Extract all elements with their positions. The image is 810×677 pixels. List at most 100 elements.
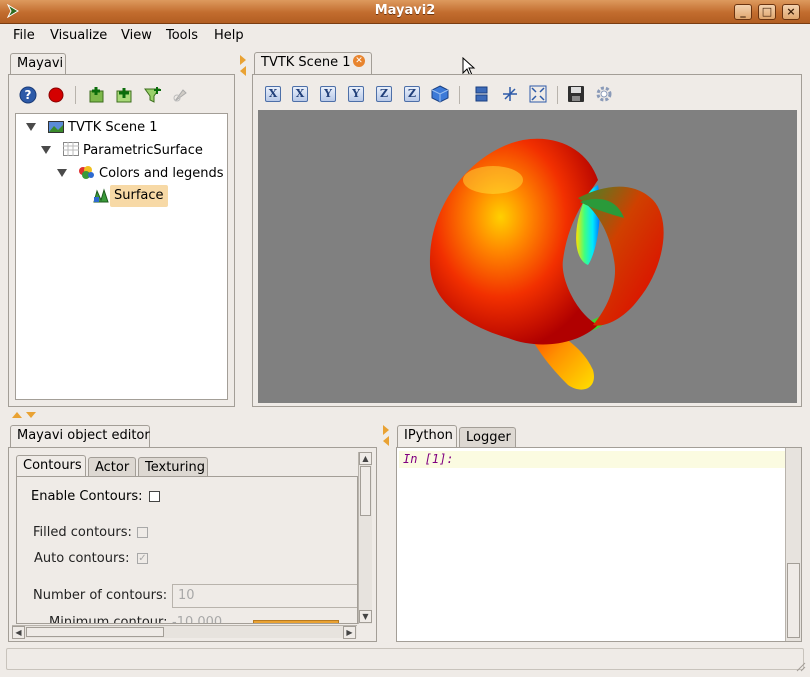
prompt-line <box>399 451 785 468</box>
tab-object-editor-label: Mayavi object editor <box>17 428 150 443</box>
console-scroll-thumb[interactable] <box>787 563 800 638</box>
tab-object-editor[interactable]: Mayavi object editor <box>10 425 150 447</box>
colors-legends-icon <box>78 165 96 185</box>
minimize-button[interactable]: _ <box>734 4 752 20</box>
maximize-button[interactable]: □ <box>758 4 776 20</box>
scroll-up-button[interactable]: ▲ <box>359 452 372 465</box>
console-vertical-scrollbar[interactable] <box>785 448 801 641</box>
tab-logger[interactable]: Logger <box>459 427 516 447</box>
surface-icon <box>93 188 109 208</box>
enable-contours-checkbox[interactable] <box>149 491 160 502</box>
horizontal-splitter[interactable] <box>0 410 810 420</box>
editor-horizontal-scrollbar[interactable]: ◀ ▶ <box>12 625 357 639</box>
contours-pane: Enable Contours: Filled contours: Auto c… <box>16 476 358 624</box>
add-filter-button[interactable] <box>143 86 161 108</box>
help-button[interactable]: ? <box>19 86 37 108</box>
number-of-contours-input[interactable]: 10 <box>172 584 357 608</box>
auto-contours-checkbox[interactable]: ✓ <box>137 553 148 564</box>
ipython-prompt: In [1]: <box>403 452 454 466</box>
menu-tools[interactable]: Tools <box>166 28 198 43</box>
scroll-thumb[interactable] <box>360 466 371 516</box>
subtab-contours-label: Contours <box>23 458 82 473</box>
parametric-surface-render <box>429 138 664 390</box>
close-button[interactable]: × <box>782 4 800 20</box>
minimum-contour-value: -10.000 <box>172 615 223 624</box>
axes-indicator-icon[interactable] <box>501 85 519 107</box>
tab-ipython[interactable]: IPython <box>397 425 457 447</box>
ipython-console[interactable]: In [1]: <box>396 447 802 642</box>
scroll-right-button[interactable]: ▶ <box>343 626 356 639</box>
splitter-arrow-icon <box>383 425 389 435</box>
svg-text:?: ? <box>25 88 32 102</box>
tree-item-source[interactable]: ParametricSurface <box>83 143 203 158</box>
minimum-contour-slider[interactable] <box>253 620 339 623</box>
tab-mayavi-label: Mayavi <box>17 56 64 71</box>
tab-scene-label: TVTK Scene 1 <box>261 55 351 70</box>
toolbar-separator <box>75 86 76 104</box>
vertical-splitter[interactable] <box>238 52 248 407</box>
expand-source-icon[interactable] <box>41 146 51 154</box>
record-button[interactable] <box>47 86 65 108</box>
number-of-contours-value: 10 <box>178 588 195 603</box>
menu-view[interactable]: View <box>121 28 152 43</box>
splitter-arrow-icon <box>26 412 36 418</box>
tree-item-module-manager[interactable]: Colors and legends <box>99 166 224 181</box>
add-module-button <box>171 86 189 108</box>
number-of-contours-label: Number of contours: <box>33 588 168 603</box>
scroll-down-button[interactable]: ▼ <box>359 610 372 623</box>
menu-bar: File Visualize View Tools Help <box>0 25 810 47</box>
add-scene-button[interactable] <box>87 86 105 108</box>
splitter-arrow-icon <box>12 412 22 418</box>
resize-grip-icon[interactable] <box>794 660 806 672</box>
view-y-pos-button[interactable]: Y <box>320 86 336 102</box>
view-x-neg-button[interactable]: X <box>292 86 308 102</box>
source-icon <box>63 142 79 160</box>
close-tab-icon[interactable]: ✕ <box>353 55 365 67</box>
subtab-actor[interactable]: Actor <box>88 457 136 477</box>
view-x-pos-button[interactable]: X <box>265 86 281 102</box>
filled-contours-label: Filled contours: <box>33 525 132 540</box>
tree-item-scene[interactable]: TVTK Scene 1 <box>68 120 157 135</box>
editor-vertical-scrollbar[interactable]: ▲ ▼ <box>358 452 372 624</box>
status-bar <box>6 648 804 670</box>
toolbar-separator <box>557 86 558 104</box>
splitter-arrow-icon <box>383 436 389 446</box>
enable-contours-label: Enable Contours: <box>31 489 143 504</box>
auto-contours-label: Auto contours: <box>34 551 130 566</box>
splitter-arrow-icon <box>240 55 246 65</box>
menu-visualize[interactable]: Visualize <box>50 28 107 43</box>
view-y-neg-button[interactable]: Y <box>348 86 364 102</box>
tab-logger-label: Logger <box>466 430 511 445</box>
parallel-projection-icon[interactable] <box>473 85 491 107</box>
isometric-view-icon[interactable] <box>431 85 449 107</box>
hscroll-thumb[interactable] <box>26 627 164 637</box>
tree-item-surface[interactable]: Surface <box>110 185 168 207</box>
add-source-button[interactable] <box>115 86 133 108</box>
configure-icon[interactable] <box>595 85 613 107</box>
window-title: Mayavi2 <box>374 3 436 18</box>
subtab-contours[interactable]: Contours <box>16 455 86 477</box>
save-icon[interactable] <box>567 85 585 107</box>
minimum-contour-label: Minimum contour: <box>49 615 168 624</box>
toolbar-separator <box>459 86 460 104</box>
scene-icon <box>48 120 64 138</box>
splitter-arrow-icon <box>240 66 246 76</box>
filled-contours-checkbox[interactable] <box>137 527 148 538</box>
title-bar: Mayavi2 _ □ × <box>0 0 810 24</box>
subtab-texturing[interactable]: Texturing <box>138 457 208 477</box>
subtab-texturing-label: Texturing <box>145 460 205 475</box>
tab-ipython-label: IPython <box>404 428 453 443</box>
tree-item-surface-label: Surface <box>114 188 164 203</box>
scroll-left-button[interactable]: ◀ <box>12 626 25 639</box>
view-z-neg-button[interactable]: Z <box>404 86 420 102</box>
menu-file[interactable]: File <box>13 28 35 43</box>
subtab-actor-label: Actor <box>95 460 130 475</box>
menu-help[interactable]: Help <box>214 28 244 43</box>
render-view[interactable] <box>258 110 797 403</box>
view-z-pos-button[interactable]: Z <box>376 86 392 102</box>
tab-mayavi[interactable]: Mayavi <box>10 53 66 75</box>
vertical-splitter-bottom[interactable] <box>381 422 391 642</box>
expand-module-manager-icon[interactable] <box>57 169 67 177</box>
expand-scene-icon[interactable] <box>26 123 36 131</box>
fullscreen-icon[interactable] <box>529 85 547 107</box>
